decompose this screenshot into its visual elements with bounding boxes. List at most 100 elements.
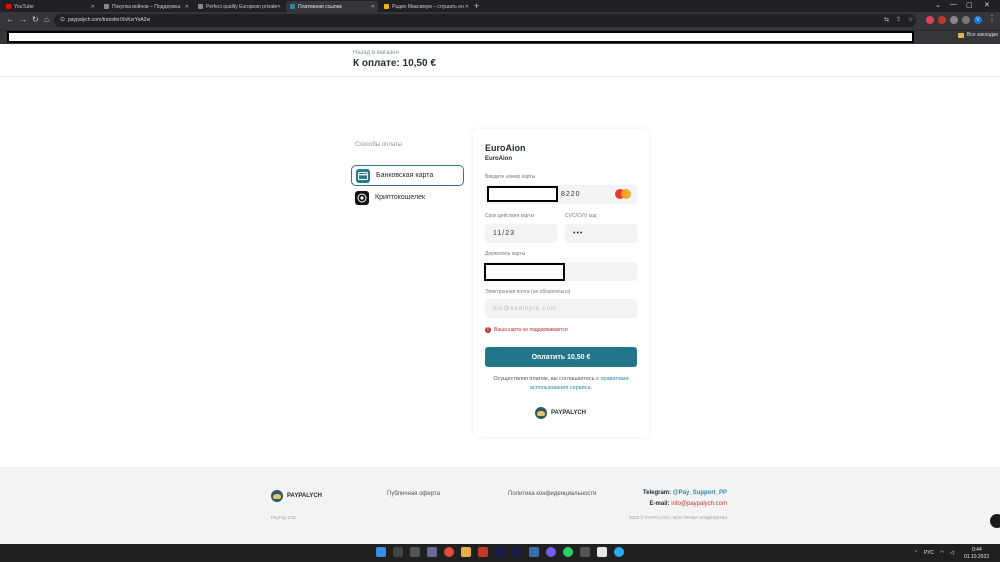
card-number-suffix: 8220 — [561, 191, 581, 198]
expiry-label: Срок действия карты — [485, 213, 535, 219]
reload-icon[interactable]: ↻ — [32, 15, 39, 24]
footer-brand: PAYPALYCH — [271, 490, 322, 502]
app-icon[interactable] — [580, 547, 590, 557]
public-offer-link[interactable]: Публичная оферта — [387, 491, 440, 497]
card-number-label: Введите номер карты — [485, 174, 536, 180]
close-window-icon[interactable]: ✕ — [984, 1, 990, 9]
payment-methods-label: Способы оплаты — [355, 142, 403, 148]
paypalych-logo-icon — [271, 490, 283, 502]
redaction-box — [484, 263, 565, 281]
expiry-input[interactable]: 11/23 — [485, 224, 557, 243]
error-icon: ! — [485, 327, 491, 333]
folder-icon — [958, 32, 964, 38]
translate-icon[interactable]: ⇆ — [884, 16, 889, 23]
redaction-box — [487, 186, 558, 202]
clock-date[interactable]: 01.10.2023 — [964, 554, 989, 560]
email-link[interactable]: info@paypalych.com — [671, 501, 727, 507]
email-input[interactable]: me@example.com — [485, 299, 637, 318]
paypalych-icon — [290, 4, 295, 9]
paypalych-brand: PAYPALYCH — [535, 407, 586, 419]
cvc-label: CVC/CVV код — [565, 213, 597, 219]
privacy-policy-link[interactable]: Политика конфиденциальности — [508, 491, 597, 497]
close-icon[interactable]: ✕ — [277, 4, 281, 10]
puzzle-icon[interactable] — [950, 16, 958, 24]
checkout-body: Способы оплаты Банковская карта Криптоко… — [0, 77, 1000, 467]
youtube-icon — [6, 4, 11, 9]
close-icon[interactable]: ✕ — [371, 4, 375, 10]
folder-icon[interactable] — [461, 547, 471, 557]
footer-email: E-mail: info@paypalych.com — [649, 501, 727, 507]
whatsapp-icon[interactable] — [563, 547, 573, 557]
keyboard-language[interactable]: РУС — [924, 550, 934, 556]
minimize-icon[interactable]: — — [950, 1, 957, 8]
site-info-icon[interactable]: ⊙ — [60, 16, 65, 23]
browser-tab-strip: YouTube ✕ Покупка войнов – Поддержка ✕ Per… — [0, 0, 1000, 12]
extension-icon[interactable] — [938, 16, 946, 24]
back-to-shop-link[interactable]: Назад в магазин — [353, 50, 399, 56]
cvc-input[interactable]: ••• — [565, 224, 637, 243]
share-icon[interactable]: ⇪ — [896, 16, 901, 23]
app-icon[interactable] — [529, 547, 539, 557]
mastercard-icon — [615, 189, 631, 199]
redaction-box — [7, 31, 914, 43]
checkout-header: Назад в магазин К оплате: 10,50 € — [0, 44, 1000, 77]
payment-form-card: EuroAion EuroAion Введите номер карты 82… — [473, 129, 649, 437]
chrome-icon[interactable] — [444, 547, 454, 557]
footer-company: PayPay LTD — [271, 515, 296, 520]
app-icon[interactable] — [597, 547, 607, 557]
home-icon[interactable]: ⌂ — [44, 15, 49, 24]
address-bar[interactable] — [54, 14, 916, 27]
radio-icon — [384, 4, 389, 9]
new-tab-button[interactable]: + — [474, 0, 479, 12]
close-icon[interactable]: ✕ — [185, 4, 189, 10]
crypto-wallet-icon — [355, 190, 369, 205]
app-icon[interactable] — [427, 547, 437, 557]
telegram-icon[interactable] — [614, 547, 624, 557]
amount-title: К оплате: 10,50 € — [353, 58, 436, 69]
close-icon[interactable]: ✕ — [465, 4, 469, 10]
tray-chevron-icon[interactable]: ⌃ — [914, 550, 918, 556]
volume-icon[interactable]: ◁ — [950, 550, 954, 556]
forward-icon[interactable]: → — [19, 15, 27, 24]
maximize-icon[interactable]: ▢ — [966, 1, 973, 9]
tab-support[interactable]: Покупка войнов – Поддержка ✕ — [100, 1, 192, 12]
search-icon[interactable] — [393, 547, 403, 557]
clock-time[interactable]: 0:44 — [972, 547, 982, 553]
viber-icon[interactable] — [546, 547, 556, 557]
after-effects-icon[interactable] — [512, 547, 522, 557]
email-label: Электронная почта (не обязательно) — [485, 289, 571, 295]
premiere-icon[interactable] — [495, 547, 505, 557]
terms-notice: Осуществляя платеж, вы соглашаетесь с пр… — [493, 376, 629, 391]
app-icon[interactable] — [478, 547, 488, 557]
pay-button[interactable]: Оплатить 10,50 € — [485, 347, 637, 367]
close-icon[interactable]: ✕ — [91, 4, 95, 10]
tab-search-icon[interactable]: ⌄ — [935, 1, 941, 9]
back-icon[interactable]: ← — [6, 15, 14, 24]
sidebar-icon[interactable] — [962, 16, 970, 24]
extension-icon[interactable] — [926, 16, 934, 24]
footer-telegram: Telegram: @Pay_Support_PP — [642, 490, 727, 496]
menu-icon[interactable]: ⋮ — [988, 14, 996, 23]
tab-payment-link[interactable]: Платежная ссылка ✕ — [286, 1, 378, 12]
card-error-message: ! Ваша карта не поддерживается — [485, 327, 568, 333]
cardholder-label: Держатель карты — [485, 251, 526, 257]
bookmark-star-icon[interactable]: ☆ — [908, 16, 913, 23]
tab-european[interactable]: Perfect quality European private ✕ — [194, 1, 284, 12]
merchant-name: EuroAion — [485, 143, 526, 153]
page-icon — [104, 4, 109, 9]
task-view-icon[interactable] — [410, 547, 420, 557]
paypalych-logo-icon — [535, 407, 547, 419]
card-icon — [356, 168, 370, 183]
support-chat-button[interactable] — [990, 514, 1000, 528]
method-crypto-wallet[interactable]: Криптокошелек — [351, 187, 464, 208]
merchant-subtitle: EuroAion — [485, 156, 512, 162]
start-icon[interactable] — [376, 547, 386, 557]
tab-youtube[interactable]: YouTube ✕ — [2, 1, 98, 12]
telegram-link[interactable]: @Pay_Support_PP — [673, 490, 727, 496]
tab-radio[interactable]: Радио Максимум – слушать он ✕ — [380, 1, 472, 12]
footer-copyright: 2023 © PAYPALYCH. ВСЕ ПРАВА ЗАЩИЩЕНЫ — [628, 515, 727, 520]
method-bank-card[interactable]: Банковская карта — [351, 165, 464, 186]
all-bookmarks-button[interactable]: Все закладки — [958, 32, 998, 38]
profile-avatar[interactable]: V — [974, 16, 982, 24]
wifi-icon[interactable]: ◠ — [940, 550, 944, 556]
